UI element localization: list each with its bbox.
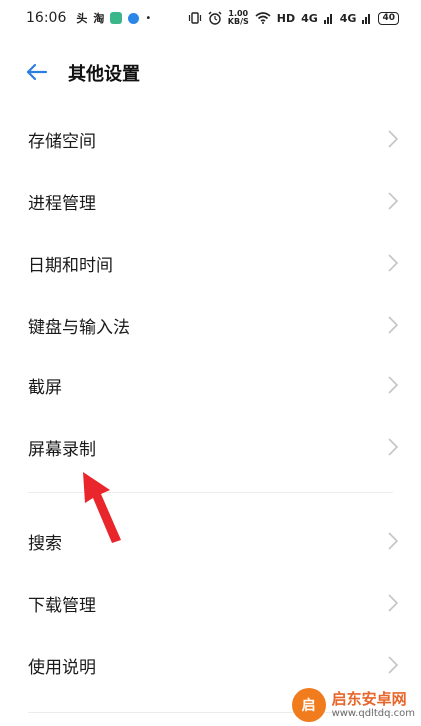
status-bar: 16:06 头 淘 • 1.00 KB/S HD 4G 4G 40 xyxy=(0,0,421,36)
status-left: 16:06 头 淘 • xyxy=(26,10,151,26)
vibrate-icon xyxy=(188,12,201,24)
settings-item-label: 屏幕录制 xyxy=(28,439,96,460)
settings-item-keyboard-input[interactable]: 键盘与输入法 xyxy=(0,294,421,356)
hd-label: HD xyxy=(276,11,296,25)
settings-item-label: 截屏 xyxy=(28,377,62,398)
signal-2-label: 4G xyxy=(339,11,357,25)
network-speed: 1.00 KB/S xyxy=(228,10,249,26)
annotation-arrow-icon xyxy=(83,472,121,543)
back-arrow-icon xyxy=(26,63,48,81)
watermark-logo-icon: 启 xyxy=(291,688,326,722)
chevron-right-icon xyxy=(388,438,399,456)
toutiao-app-icon: 头 xyxy=(76,12,88,25)
settings-item-label: 键盘与输入法 xyxy=(28,317,130,338)
chevron-right-icon xyxy=(388,130,399,148)
page-header: 其他设置 xyxy=(0,50,421,94)
watermark-url: www.qdltdq.com xyxy=(331,707,415,719)
chevron-right-icon xyxy=(388,376,399,394)
watermark-name: 启东安卓网 xyxy=(331,690,407,709)
wifi-icon xyxy=(255,12,271,24)
blue-app-icon xyxy=(128,12,140,24)
settings-item-process-management[interactable]: 进程管理 xyxy=(0,170,421,232)
chevron-right-icon xyxy=(388,254,399,272)
chevron-right-icon xyxy=(388,316,399,334)
more-notifications-dot: • xyxy=(145,12,152,24)
settings-item-label: 进程管理 xyxy=(28,193,96,214)
settings-item-label: 使用说明 xyxy=(28,657,96,678)
signal-bars-icon xyxy=(362,14,371,24)
page-title: 其他设置 xyxy=(68,64,140,85)
battery-indicator: 40 xyxy=(378,11,399,25)
settings-item-screen-recording[interactable]: 屏幕录制 xyxy=(0,416,421,478)
watermark-text: 启东安卓网 www.qdltdq.com xyxy=(332,691,415,719)
settings-item-label: 日期和时间 xyxy=(28,255,113,276)
watermark: 启 启东安卓网 www.qdltdq.com xyxy=(291,688,415,722)
signal-1-label: 4G xyxy=(301,11,318,25)
alarm-icon xyxy=(208,11,222,25)
settings-item-label: 下载管理 xyxy=(28,595,96,616)
chevron-right-icon xyxy=(388,532,399,550)
network-speed-unit: KB/S xyxy=(227,17,249,26)
settings-item-label: 搜索 xyxy=(28,533,62,554)
settings-item-user-guide[interactable]: 使用说明 xyxy=(0,634,421,696)
chevron-right-icon xyxy=(388,192,399,210)
settings-item-screenshot[interactable]: 截屏 xyxy=(0,354,421,416)
status-time: 16:06 xyxy=(26,10,67,26)
green-app-icon xyxy=(110,12,123,24)
settings-item-search[interactable]: 搜索 xyxy=(0,510,421,572)
settings-item-label: 存储空间 xyxy=(28,131,96,152)
chevron-right-icon xyxy=(388,594,399,612)
settings-item-date-time[interactable]: 日期和时间 xyxy=(0,232,421,294)
settings-item-download-management[interactable]: 下载管理 xyxy=(0,572,421,634)
back-button[interactable] xyxy=(24,59,50,85)
status-right: 1.00 KB/S HD 4G 4G 40 xyxy=(188,10,399,26)
signal-bars-icon xyxy=(323,14,332,24)
chevron-right-icon xyxy=(388,656,399,674)
taobao-app-icon: 淘 xyxy=(93,12,105,25)
settings-item-storage[interactable]: 存储空间 xyxy=(0,108,421,170)
